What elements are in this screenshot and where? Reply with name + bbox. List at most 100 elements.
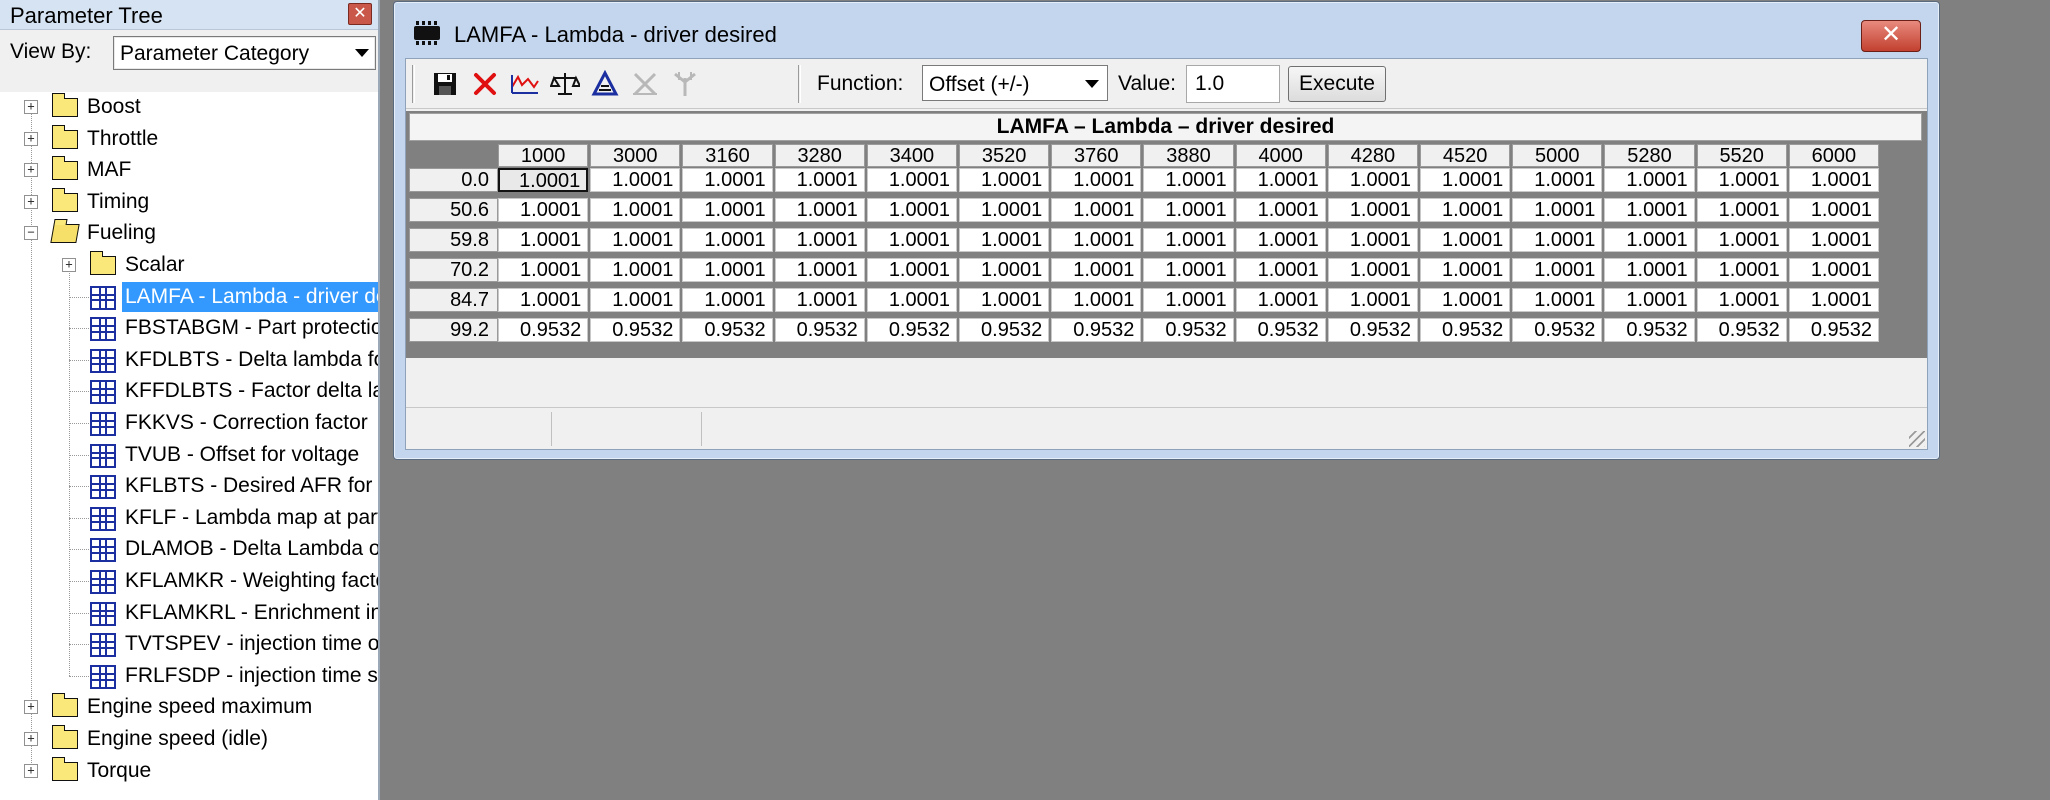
tree-close-icon[interactable]: ✕	[348, 3, 372, 25]
table-cell[interactable]: 1.0001	[1788, 258, 1879, 282]
tree-item[interactable]: + Boost	[0, 92, 378, 122]
table-cell[interactable]: 1.0001	[1327, 168, 1418, 192]
column-header[interactable]: 3000	[590, 144, 681, 167]
table-cell[interactable]: 1.0001	[774, 198, 865, 222]
table-cell[interactable]: 0.9532	[1420, 318, 1511, 342]
table-cell[interactable]: 1.0001	[1788, 198, 1879, 222]
table-cell[interactable]: 1.0001	[1235, 198, 1326, 222]
tree-item[interactable]: KFFDLBTS - Factor delta lambda	[0, 376, 378, 406]
table-cell[interactable]: 1.0001	[866, 168, 957, 192]
table-cell[interactable]: 1.0001	[959, 198, 1050, 222]
table-cell[interactable]: 1.0001	[1235, 258, 1326, 282]
column-header[interactable]: 3520	[959, 144, 1050, 167]
table-cell[interactable]: 0.9532	[1604, 318, 1695, 342]
tree-item[interactable]: TVTSPEV - injection time on	[0, 629, 378, 659]
table-cell[interactable]: 0.9532	[1512, 318, 1603, 342]
table-cell[interactable]: 1.0001	[1696, 288, 1787, 312]
table-cell[interactable]: 1.0001	[1051, 228, 1142, 252]
tree-item[interactable]: + MAF	[0, 155, 378, 185]
table-cell[interactable]: 0.9532	[1235, 318, 1326, 342]
table-cell[interactable]: 1.0001	[1143, 198, 1234, 222]
table-cell[interactable]: 1.0001	[1051, 258, 1142, 282]
table-cell[interactable]: 1.0001	[1420, 258, 1511, 282]
tree-item[interactable]: LAMFA - Lambda - driver desired	[0, 281, 378, 312]
row-header[interactable]: 0.0	[409, 168, 498, 192]
table-cell[interactable]: 1.0001	[1143, 288, 1234, 312]
table-cell[interactable]: 1.0001	[1696, 198, 1787, 222]
table-cell[interactable]: 1.0001	[1788, 168, 1879, 192]
tree-item[interactable]: TVUB - Offset for voltage	[0, 440, 378, 470]
table-cell[interactable]: 1.0001	[590, 228, 681, 252]
execute-button[interactable]: Execute	[1288, 66, 1386, 102]
table-cell[interactable]: 1.0001	[1235, 168, 1326, 192]
table-cell[interactable]: 1.0001	[1051, 288, 1142, 312]
column-header[interactable]: 4000	[1235, 144, 1326, 167]
table-cell[interactable]: 1.0001	[1512, 288, 1603, 312]
table-cell[interactable]: 1.0001	[774, 228, 865, 252]
expand-icon[interactable]: +	[24, 194, 38, 209]
expand-icon[interactable]: +	[62, 258, 76, 272]
column-header[interactable]: 4520	[1420, 144, 1511, 167]
table-cell[interactable]: 1.0001	[1512, 228, 1603, 252]
table-cell[interactable]: 0.9532	[1143, 318, 1234, 342]
expand-icon[interactable]: +	[24, 100, 38, 114]
table-cell[interactable]: 1.0001	[1512, 198, 1603, 222]
value-input[interactable]	[1186, 65, 1280, 103]
tree-item[interactable]: KFLAMKR - Weighting factor	[0, 566, 378, 596]
column-header[interactable]: 3160	[682, 144, 773, 167]
table-cell[interactable]: 1.0001	[959, 228, 1050, 252]
table-cell[interactable]: 1.0001	[1143, 168, 1234, 192]
row-header[interactable]: 70.2	[409, 258, 498, 282]
table-cell[interactable]: 1.0001	[866, 258, 957, 282]
save-icon[interactable]	[428, 67, 462, 101]
row-header[interactable]: 84.7	[409, 288, 498, 312]
table-cell[interactable]: 1.0001	[1604, 168, 1695, 192]
expand-icon[interactable]: +	[24, 763, 38, 778]
table-cell[interactable]: 1.0001	[866, 288, 957, 312]
table-cell[interactable]: 1.0001	[1604, 228, 1695, 252]
tree-item[interactable]: KFDLBTS - Delta lambda for	[0, 345, 378, 375]
expand-icon[interactable]: +	[24, 163, 38, 178]
table-cell[interactable]: 1.0001	[1696, 168, 1787, 192]
tree-item[interactable]: FKKVS - Correction factor	[0, 408, 378, 438]
tree-item[interactable]: + Throttle	[0, 124, 378, 154]
table-cell[interactable]: 1.0001	[1512, 168, 1603, 192]
table-cell[interactable]: 1.0001	[1788, 288, 1879, 312]
table-cell[interactable]: 0.9532	[959, 318, 1050, 342]
table-cell[interactable]: 1.0001	[682, 198, 773, 222]
table-cell[interactable]: 0.9532	[498, 318, 589, 342]
table-cell[interactable]: 0.9532	[866, 318, 957, 342]
table-cell[interactable]: 1.0001	[1420, 168, 1511, 192]
table-cell[interactable]: 1.0001	[774, 288, 865, 312]
table-cell[interactable]: 0.9532	[774, 318, 865, 342]
column-header[interactable]: 3880	[1143, 144, 1234, 167]
table-cell[interactable]: 1.0001	[1327, 258, 1418, 282]
table-cell[interactable]: 1.0001	[1143, 228, 1234, 252]
table-cell[interactable]: 0.9532	[1696, 318, 1787, 342]
table-cell[interactable]: 1.0001	[959, 288, 1050, 312]
graph-icon[interactable]	[508, 67, 542, 101]
tree-item[interactable]: + Torque	[0, 756, 378, 786]
resize-grip-icon[interactable]	[1909, 431, 1925, 447]
table-cell[interactable]: 1.0001	[1604, 288, 1695, 312]
table-cell[interactable]: 1.0001	[682, 288, 773, 312]
window-close-button[interactable]: ✕	[1861, 20, 1921, 52]
table-cell[interactable]: 1.0001	[682, 168, 773, 192]
column-header[interactable]: 3400	[866, 144, 957, 167]
table-cell[interactable]: 1.0001	[590, 258, 681, 282]
interpolate-icon[interactable]	[588, 67, 622, 101]
table-cell[interactable]: 1.0001	[866, 228, 957, 252]
table-cell[interactable]: 1.0001	[1420, 288, 1511, 312]
tree-item[interactable]: + Scalar	[0, 250, 378, 280]
column-header[interactable]: 3280	[774, 144, 865, 167]
table-cell[interactable]: 0.9532	[682, 318, 773, 342]
tree-list[interactable]: + Boost + Throttle + MAF + Timing − Fueling + Scala…	[0, 92, 378, 800]
expand-icon[interactable]: +	[24, 131, 38, 146]
table-cell[interactable]: 1.0001	[1051, 198, 1142, 222]
grid-scrollbar[interactable]	[1893, 143, 1927, 358]
collapse-icon[interactable]: −	[24, 226, 38, 241]
view-by-select[interactable]: Parameter Category	[113, 36, 376, 70]
table-cell[interactable]: 1.0001	[1143, 258, 1234, 282]
table-cell[interactable]: 1.0001	[1327, 228, 1418, 252]
table-cell[interactable]: 1.0001	[774, 168, 865, 192]
